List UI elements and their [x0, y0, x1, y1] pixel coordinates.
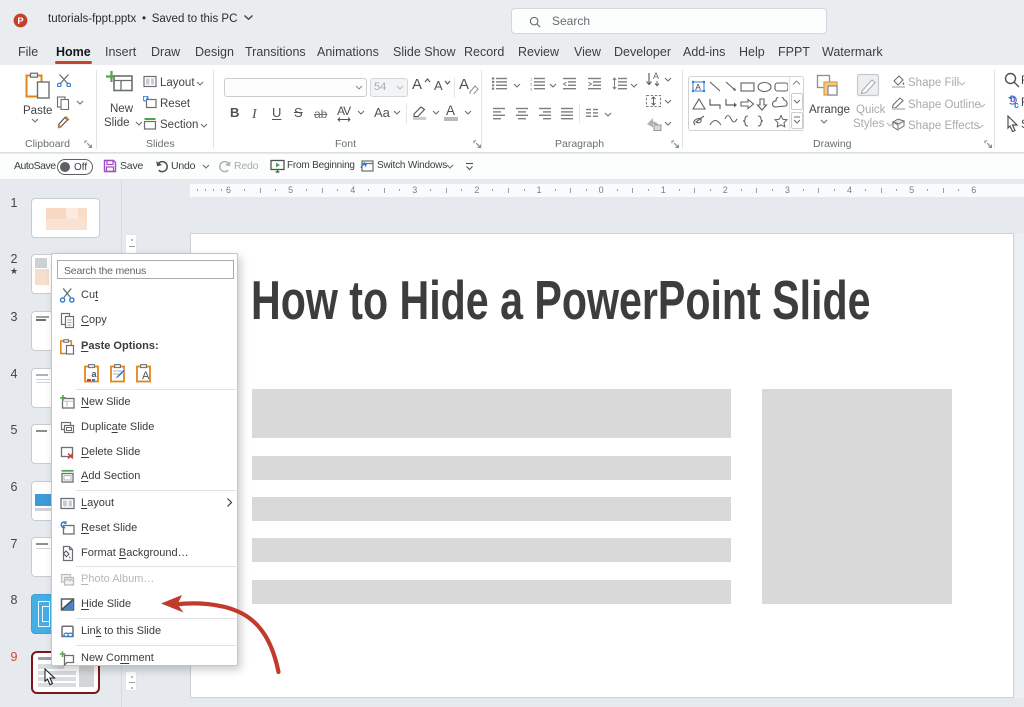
svg-text:3: 3 — [530, 86, 533, 91]
svg-text:A: A — [695, 82, 701, 92]
svg-text:A: A — [653, 71, 659, 81]
svg-text:A: A — [142, 370, 150, 382]
svg-text:P: P — [17, 16, 23, 26]
